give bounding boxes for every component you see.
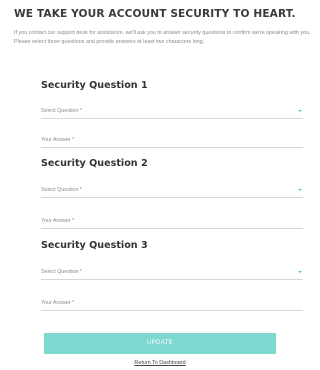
intro-paragraph-2: Please select three questions and provid… (14, 39, 205, 46)
select-question-placeholder: Select Question * (41, 187, 82, 193)
security-question-3-title: Security Question 3 (41, 240, 148, 251)
chevron-down-icon[interactable] (298, 189, 302, 191)
security-question-3-select[interactable]: Select Question * (41, 268, 303, 280)
answer-placeholder: Your Answer * (41, 137, 75, 143)
select-question-placeholder: Select Question * (41, 108, 82, 114)
intro-paragraph-1: If you contact our support desk for assi… (14, 30, 311, 36)
page-title: WE TAKE YOUR ACCOUNT SECURITY TO HEART. (14, 8, 296, 20)
update-button[interactable]: UPDATE (44, 333, 276, 354)
select-question-placeholder: Select Question * (41, 269, 82, 275)
security-answer-2-input[interactable]: Your Answer * (41, 217, 303, 229)
chevron-down-icon[interactable] (298, 110, 302, 112)
security-answer-1-input[interactable]: Your Answer * (41, 136, 303, 148)
answer-placeholder: Your Answer * (41, 218, 75, 224)
return-to-dashboard-link[interactable]: Return To Dashboard (0, 360, 320, 366)
security-question-2-select[interactable]: Select Question * (41, 186, 303, 198)
intro-text: If you contact our support desk for assi… (14, 29, 320, 47)
chevron-down-icon[interactable] (298, 271, 302, 273)
security-question-1-select[interactable]: Select Question * (41, 107, 303, 119)
security-questions-page: WE TAKE YOUR ACCOUNT SECURITY TO HEART. … (0, 0, 320, 370)
security-question-2-title: Security Question 2 (41, 158, 148, 169)
security-question-1-title: Security Question 1 (41, 80, 148, 91)
security-answer-3-input[interactable]: Your Answer * (41, 299, 303, 311)
answer-placeholder: Your Answer * (41, 300, 75, 306)
